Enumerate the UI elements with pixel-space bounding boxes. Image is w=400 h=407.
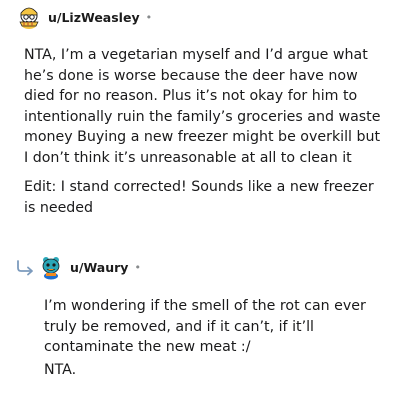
reply-arrow-icon — [16, 260, 36, 276]
comment-verdict-text: NTA. — [44, 362, 77, 378]
comment-header: u/Waury • — [38, 253, 141, 281]
comment-text: NTA, I’m a vegetarian myself and I’d arg… — [24, 47, 381, 166]
username[interactable]: u/Waury — [70, 260, 128, 275]
comment-body-paragraph: Edit: I stand corrected! Sounds like a n… — [24, 177, 386, 218]
comment-body-paragraph: I’m wondering if the smell of the rot ca… — [44, 296, 374, 358]
comment-header: u/LizWeasley • — [16, 3, 152, 31]
separator-dot: • — [134, 260, 141, 274]
snoo-avatar-icon[interactable] — [16, 4, 42, 30]
separator-dot: • — [145, 10, 153, 24]
snoo-avatar-icon[interactable] — [38, 254, 64, 280]
comment-body-paragraph: NTA. — [44, 360, 374, 381]
comment-body-paragraph: NTA, I’m a vegetarian myself and I’d arg… — [24, 45, 386, 168]
comment-text: I’m wondering if the smell of the rot ca… — [44, 298, 366, 355]
username[interactable]: u/LizWeasley — [48, 10, 140, 25]
comment-edit-text: Edit: I stand corrected! Sounds like a n… — [24, 179, 374, 216]
